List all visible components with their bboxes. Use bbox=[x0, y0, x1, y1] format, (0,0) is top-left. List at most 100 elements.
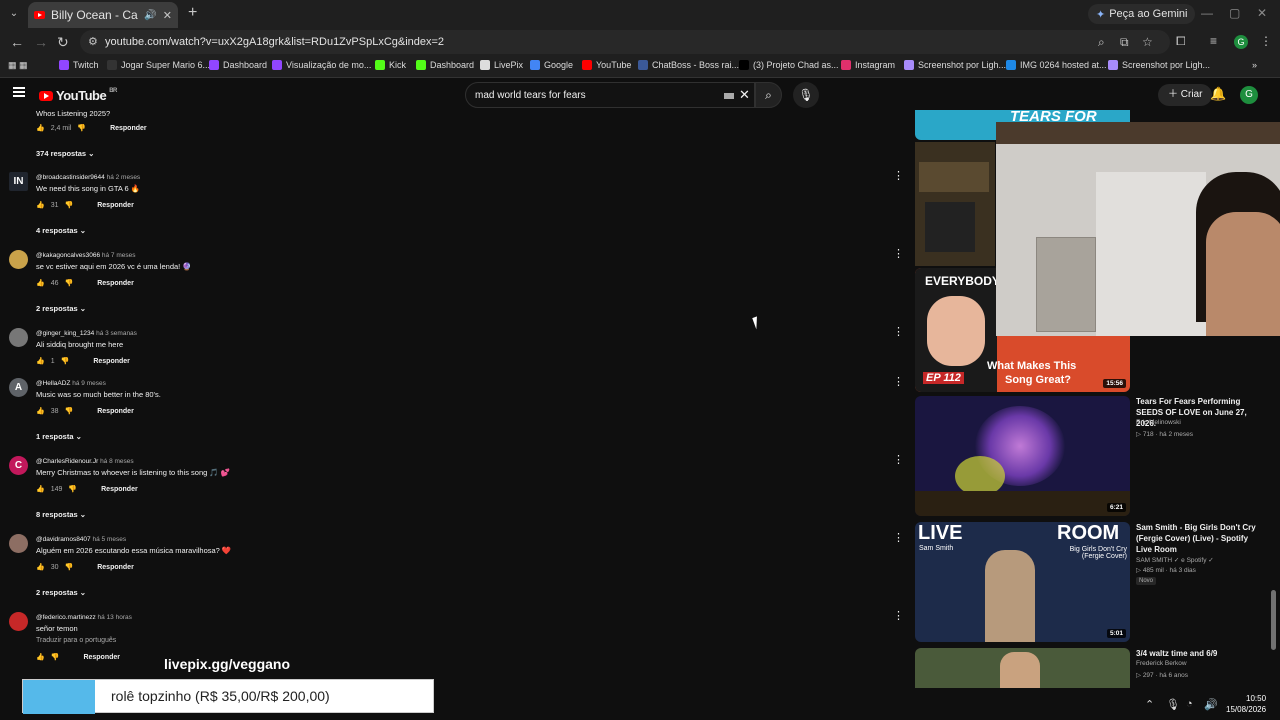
zoom-icon[interactable]: ⌕ bbox=[1098, 35, 1105, 50]
bookmark-item[interactable]: Instagram bbox=[841, 60, 895, 70]
speaker-icon[interactable]: 🔊 bbox=[144, 10, 156, 21]
video-title[interactable]: 3/4 waltz time and 6/9 bbox=[1136, 648, 1266, 659]
bookmark-star-icon[interactable]: ☆ bbox=[1142, 35, 1153, 49]
bookmark-item[interactable]: Dashboard bbox=[209, 60, 267, 70]
author-handle[interactable]: @federico.martinezz bbox=[36, 614, 96, 621]
microphone-tray-icon[interactable]: 🎙 bbox=[1166, 698, 1180, 711]
comment-avatar[interactable]: IN bbox=[9, 172, 28, 191]
minimize-icon[interactable]: — bbox=[1201, 6, 1213, 20]
forward-arrow-icon[interactable]: → bbox=[34, 34, 48, 50]
tray-chevron-icon[interactable]: ⌃ bbox=[1145, 698, 1154, 711]
comment-menu-icon[interactable]: ⋮ bbox=[893, 375, 904, 388]
bookmark-item[interactable]: LivePix bbox=[480, 60, 523, 70]
author-handle[interactable]: @kakagoncalves3066 bbox=[36, 252, 100, 259]
reply-button[interactable]: Responder bbox=[93, 358, 130, 365]
gemini-button[interactable]: ✦ Peça ao Gemini bbox=[1088, 4, 1196, 24]
author-handle[interactable]: @ginger_king_1234 bbox=[36, 330, 94, 337]
search-button[interactable]: ⌕ bbox=[755, 82, 782, 108]
bookmark-item[interactable]: Screenshot por Ligh... bbox=[1108, 60, 1210, 70]
reply-button[interactable]: Responder bbox=[97, 280, 134, 287]
reload-icon[interactable]: ↻ bbox=[57, 34, 69, 51]
comment-avatar[interactable] bbox=[9, 250, 28, 269]
comment-avatar[interactable] bbox=[9, 612, 28, 631]
search-input[interactable]: mad world tears for fears ✕ bbox=[465, 82, 755, 108]
comment-avatar[interactable]: A bbox=[9, 378, 28, 397]
video-title[interactable]: Sam Smith - Big Girls Don't Cry (Fergie … bbox=[1136, 522, 1266, 555]
bookmark-item[interactable]: IMG 0264 hosted at... bbox=[1006, 60, 1107, 70]
system-clock[interactable]: 10:50 15/08/2026 bbox=[1226, 693, 1266, 715]
voice-search-button[interactable]: 🎙 bbox=[793, 82, 819, 108]
maximize-icon[interactable]: ▢ bbox=[1229, 6, 1240, 20]
comment-menu-icon[interactable]: ⋮ bbox=[893, 169, 904, 182]
channel-name[interactable]: SAM SMITH ✓ e Spotify ✓ bbox=[1136, 556, 1214, 564]
video-thumbnail[interactable]: LIVE ROOM Sam Smith Big Girls Don't Cry … bbox=[915, 522, 1130, 642]
comment-avatar[interactable]: C bbox=[9, 456, 28, 475]
comment-menu-icon[interactable]: ⋮ bbox=[893, 325, 904, 338]
bookmark-item[interactable]: Twitch bbox=[59, 60, 99, 70]
dislike-icon[interactable]: 👎 bbox=[65, 279, 74, 287]
dislike-icon[interactable]: 👎 bbox=[61, 357, 70, 365]
video-thumbnail[interactable] bbox=[915, 142, 995, 266]
like-icon[interactable]: 👍 bbox=[36, 357, 45, 365]
reply-button[interactable]: Responder bbox=[101, 486, 138, 493]
comment-avatar[interactable] bbox=[9, 534, 28, 553]
dislike-icon[interactable]: 👎 bbox=[65, 407, 74, 415]
bookmark-item[interactable]: (3) Projeto Chad as... bbox=[739, 60, 839, 70]
reply-button[interactable]: Responder bbox=[97, 408, 134, 415]
replies-toggle[interactable]: 8 respostas ⌄ bbox=[36, 510, 86, 519]
comment-menu-icon[interactable]: ⋮ bbox=[893, 609, 904, 622]
youtube-avatar[interactable]: G bbox=[1240, 86, 1258, 104]
like-icon[interactable]: 👍 bbox=[36, 485, 45, 493]
keyboard-icon[interactable] bbox=[724, 93, 734, 99]
site-info-icon[interactable]: ⚙ bbox=[88, 35, 98, 48]
new-tab-button[interactable]: + bbox=[188, 4, 197, 22]
video-thumbnail[interactable]: 6:21 bbox=[915, 396, 1130, 516]
close-window-icon[interactable]: ✕ bbox=[1257, 6, 1267, 20]
author-handle[interactable]: @CharlesRidenour.Jr bbox=[36, 458, 98, 465]
replies-toggle[interactable]: 374 respostas ⌄ bbox=[36, 149, 94, 158]
video-thumbnail[interactable] bbox=[915, 648, 1130, 688]
replies-toggle[interactable]: 1 resposta ⌄ bbox=[36, 432, 82, 441]
dislike-icon[interactable]: 👎 bbox=[77, 124, 86, 132]
search-value[interactable]: mad world tears for fears bbox=[475, 90, 586, 101]
bookmark-item[interactable]: Kick bbox=[375, 60, 406, 70]
channel-name[interactable]: Frederick Berkow bbox=[1136, 660, 1187, 667]
notifications-bell-icon[interactable]: 🔔 bbox=[1210, 86, 1226, 102]
wifi-icon[interactable]: ◔ bbox=[1186, 698, 1193, 710]
author-handle[interactable]: @HellaADZ bbox=[36, 380, 70, 387]
replies-toggle[interactable]: 4 respostas ⌄ bbox=[36, 226, 86, 235]
bookmark-item[interactable]: Google bbox=[530, 60, 573, 70]
close-tab-icon[interactable]: ✕ bbox=[163, 9, 172, 22]
comment-menu-icon[interactable]: ⋮ bbox=[893, 531, 904, 544]
bookmark-item[interactable]: Jogar Super Mario 6... bbox=[107, 60, 210, 70]
bookmark-item[interactable]: YouTube bbox=[582, 60, 631, 70]
reply-button[interactable]: Responder bbox=[110, 125, 147, 132]
youtube-logo[interactable]: YouTube BR bbox=[39, 88, 117, 103]
url-text[interactable]: youtube.com/watch?v=uxX2gA18grk&list=RDu… bbox=[105, 36, 444, 48]
like-icon[interactable]: 👍 bbox=[36, 279, 45, 287]
dislike-icon[interactable]: 👎 bbox=[65, 201, 74, 209]
bookmark-item[interactable]: Screenshot por Ligh... bbox=[904, 60, 1006, 70]
dislike-icon[interactable]: 👎 bbox=[65, 563, 74, 571]
browser-menu-icon[interactable]: ⋮ bbox=[1260, 34, 1272, 48]
create-button[interactable]: ＋ Criar bbox=[1158, 84, 1213, 106]
comment-menu-icon[interactable]: ⋮ bbox=[893, 247, 904, 260]
tab-search-icon[interactable]: ⌄ bbox=[6, 6, 22, 22]
profile-avatar[interactable]: G bbox=[1234, 35, 1248, 49]
hamburger-menu-icon[interactable] bbox=[13, 87, 25, 97]
reply-button[interactable]: Responder bbox=[97, 564, 134, 571]
bookmark-item[interactable]: Dashboard bbox=[416, 60, 474, 70]
like-icon[interactable]: 👍 bbox=[36, 124, 45, 132]
dislike-icon[interactable]: 👎 bbox=[51, 653, 60, 661]
comment-menu-icon[interactable]: ⋮ bbox=[893, 453, 904, 466]
install-icon[interactable]: ⧉ bbox=[1120, 35, 1129, 50]
extensions-icon[interactable]: ⧠ bbox=[1176, 34, 1186, 49]
browser-tab[interactable]: Billy Ocean - Caribbean Qu 🔊 ✕ bbox=[28, 2, 178, 28]
like-icon[interactable]: 👍 bbox=[36, 407, 45, 415]
clear-search-icon[interactable]: ✕ bbox=[739, 87, 750, 103]
reply-button[interactable]: Responder bbox=[83, 654, 120, 661]
url-field[interactable]: ⚙ youtube.com/watch?v=uxX2gA18grk&list=R… bbox=[80, 30, 1170, 54]
tab-search-list-icon[interactable]: ≡ bbox=[1210, 34, 1217, 48]
volume-icon[interactable]: 🔊 bbox=[1204, 698, 1218, 711]
apps-grid-icon[interactable]: ▦ ▦ bbox=[8, 60, 28, 71]
